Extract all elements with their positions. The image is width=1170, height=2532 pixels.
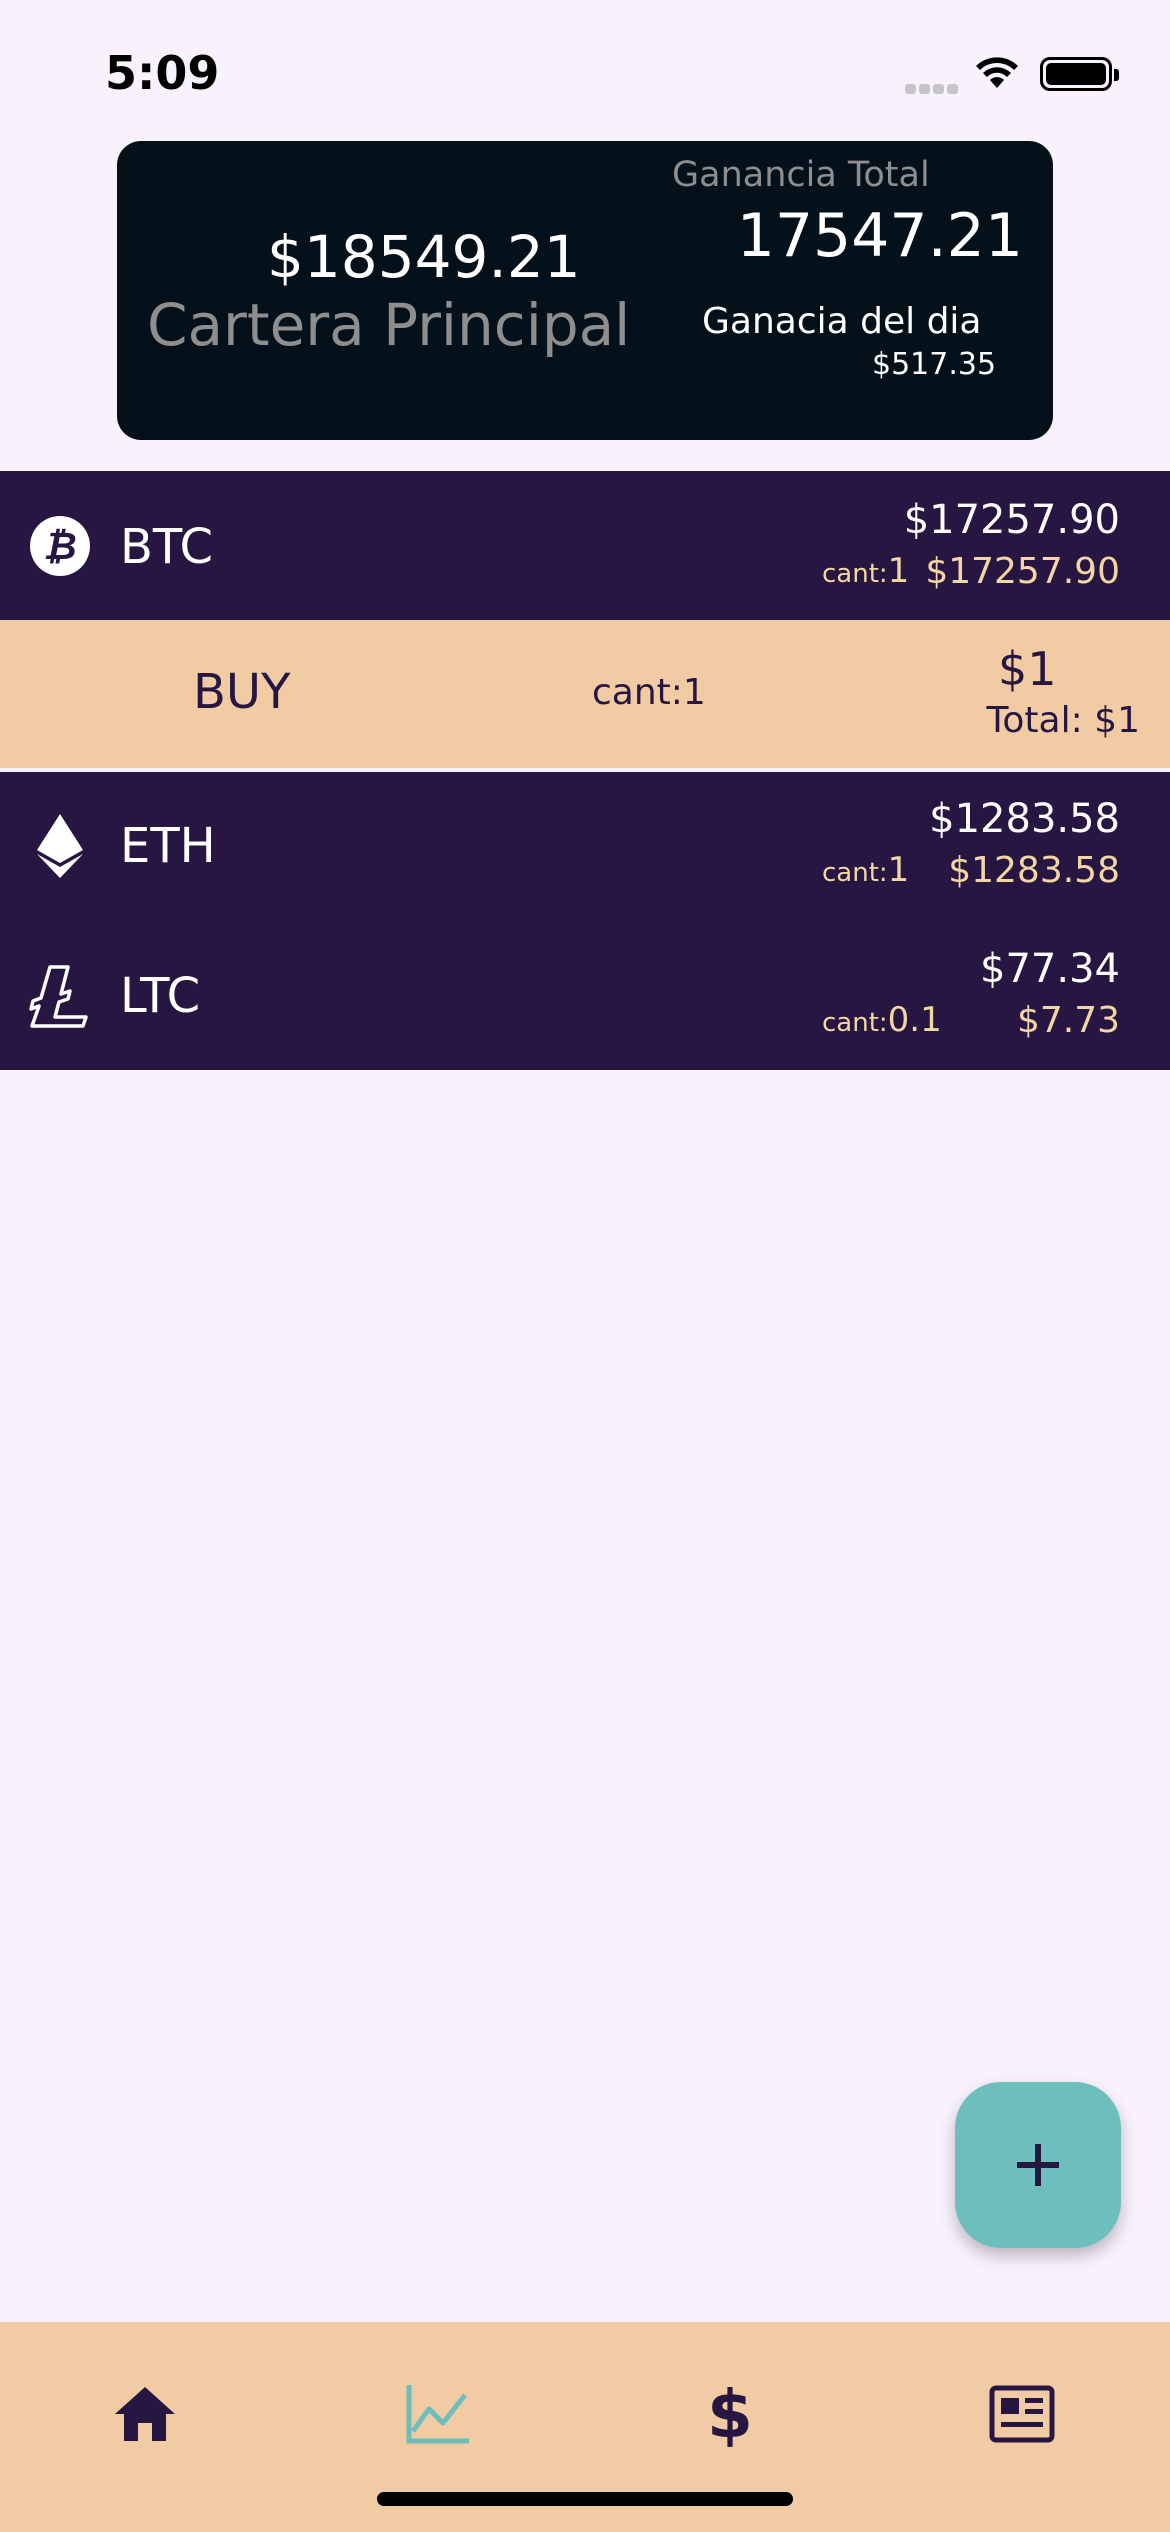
cellular-signal-icon — [905, 79, 961, 98]
transaction-quantity: cant:1 — [592, 672, 706, 713]
coin-holding-value: $17257.90 — [925, 551, 1120, 592]
coin-price: $1283.58 — [929, 796, 1120, 842]
coin-row-eth[interactable]: ETH $1283.58 cant:1 $1283.58 — [0, 772, 1170, 922]
wifi-icon — [973, 54, 1021, 94]
status-bar: 5:09 — [0, 0, 1170, 140]
svg-text:₿: ₿ — [43, 524, 76, 568]
coin-holding-value: $1283.58 — [948, 850, 1120, 891]
chart-line-icon — [406, 2385, 469, 2444]
total-gain-value: 17547.21 — [736, 201, 1023, 271]
coin-holding-value: $7.73 — [1016, 1000, 1120, 1041]
coin-list-group: ETH $1283.58 cant:1 $1283.58 LTC $77.34 … — [0, 772, 1170, 1070]
battery-icon — [1040, 57, 1119, 91]
transaction-total: Total: $1 — [986, 700, 1140, 741]
home-icon — [115, 2387, 175, 2441]
dollar-icon: $ — [708, 2381, 752, 2447]
bitcoin-icon: ₿ — [30, 516, 90, 576]
quantity-label: cant: — [822, 1008, 888, 1038]
quantity-value: 1 — [887, 551, 910, 591]
transaction-row[interactable]: BUY cant:1 $1 Total: $1 — [0, 620, 1170, 768]
transaction-price: $1 — [998, 642, 1057, 696]
portfolio-balance: $18549.21 — [267, 223, 581, 291]
coin-row-ltc[interactable]: LTC $77.34 cant:0.1 $7.73 — [0, 922, 1170, 1070]
total-gain-label: Ganancia Total — [672, 155, 930, 195]
ethereum-icon — [35, 814, 95, 878]
svg-text:$: $ — [708, 2381, 752, 2447]
nav-dollar[interactable]: $ — [680, 2364, 780, 2464]
quantity-label: cant: — [822, 559, 888, 589]
coin-quantity: cant:1 — [822, 551, 909, 591]
nav-home[interactable] — [95, 2364, 195, 2464]
screen: 5:09 $18549.21 Cartera Principal Gananci… — [0, 0, 1170, 2532]
plus-icon — [1017, 2144, 1059, 2186]
nav-news[interactable] — [972, 2364, 1072, 2464]
coin-symbol: LTC — [120, 968, 201, 1024]
nav-chart[interactable] — [388, 2364, 488, 2464]
portfolio-name: Cartera Principal — [147, 291, 631, 359]
coin-row-btc[interactable]: ₿ BTC $17257.90 cant:1 $17257.90 — [0, 471, 1170, 620]
litecoin-icon — [28, 964, 88, 1028]
coin-price: $17257.90 — [903, 497, 1120, 543]
portfolio-summary-card[interactable]: $18549.21 Cartera Principal Ganancia Tot… — [117, 141, 1053, 440]
day-gain-value: $517.35 — [872, 347, 997, 382]
coin-symbol: BTC — [120, 519, 213, 575]
add-button[interactable] — [955, 2082, 1121, 2248]
coin-quantity: cant:1 — [822, 850, 909, 890]
status-time: 5:09 — [105, 46, 220, 100]
quantity-value: 0.1 — [887, 1000, 942, 1040]
transaction-type: BUY — [193, 664, 291, 720]
quantity-value: 1 — [887, 850, 910, 890]
coin-price: $77.34 — [980, 946, 1120, 992]
day-gain-label: Ganacia del dia — [702, 301, 982, 342]
home-indicator — [377, 2492, 793, 2506]
newspaper-icon — [989, 2385, 1055, 2443]
coin-symbol: ETH — [120, 818, 216, 874]
quantity-label: cant: — [822, 858, 888, 888]
coin-quantity: cant:0.1 — [822, 1000, 942, 1040]
